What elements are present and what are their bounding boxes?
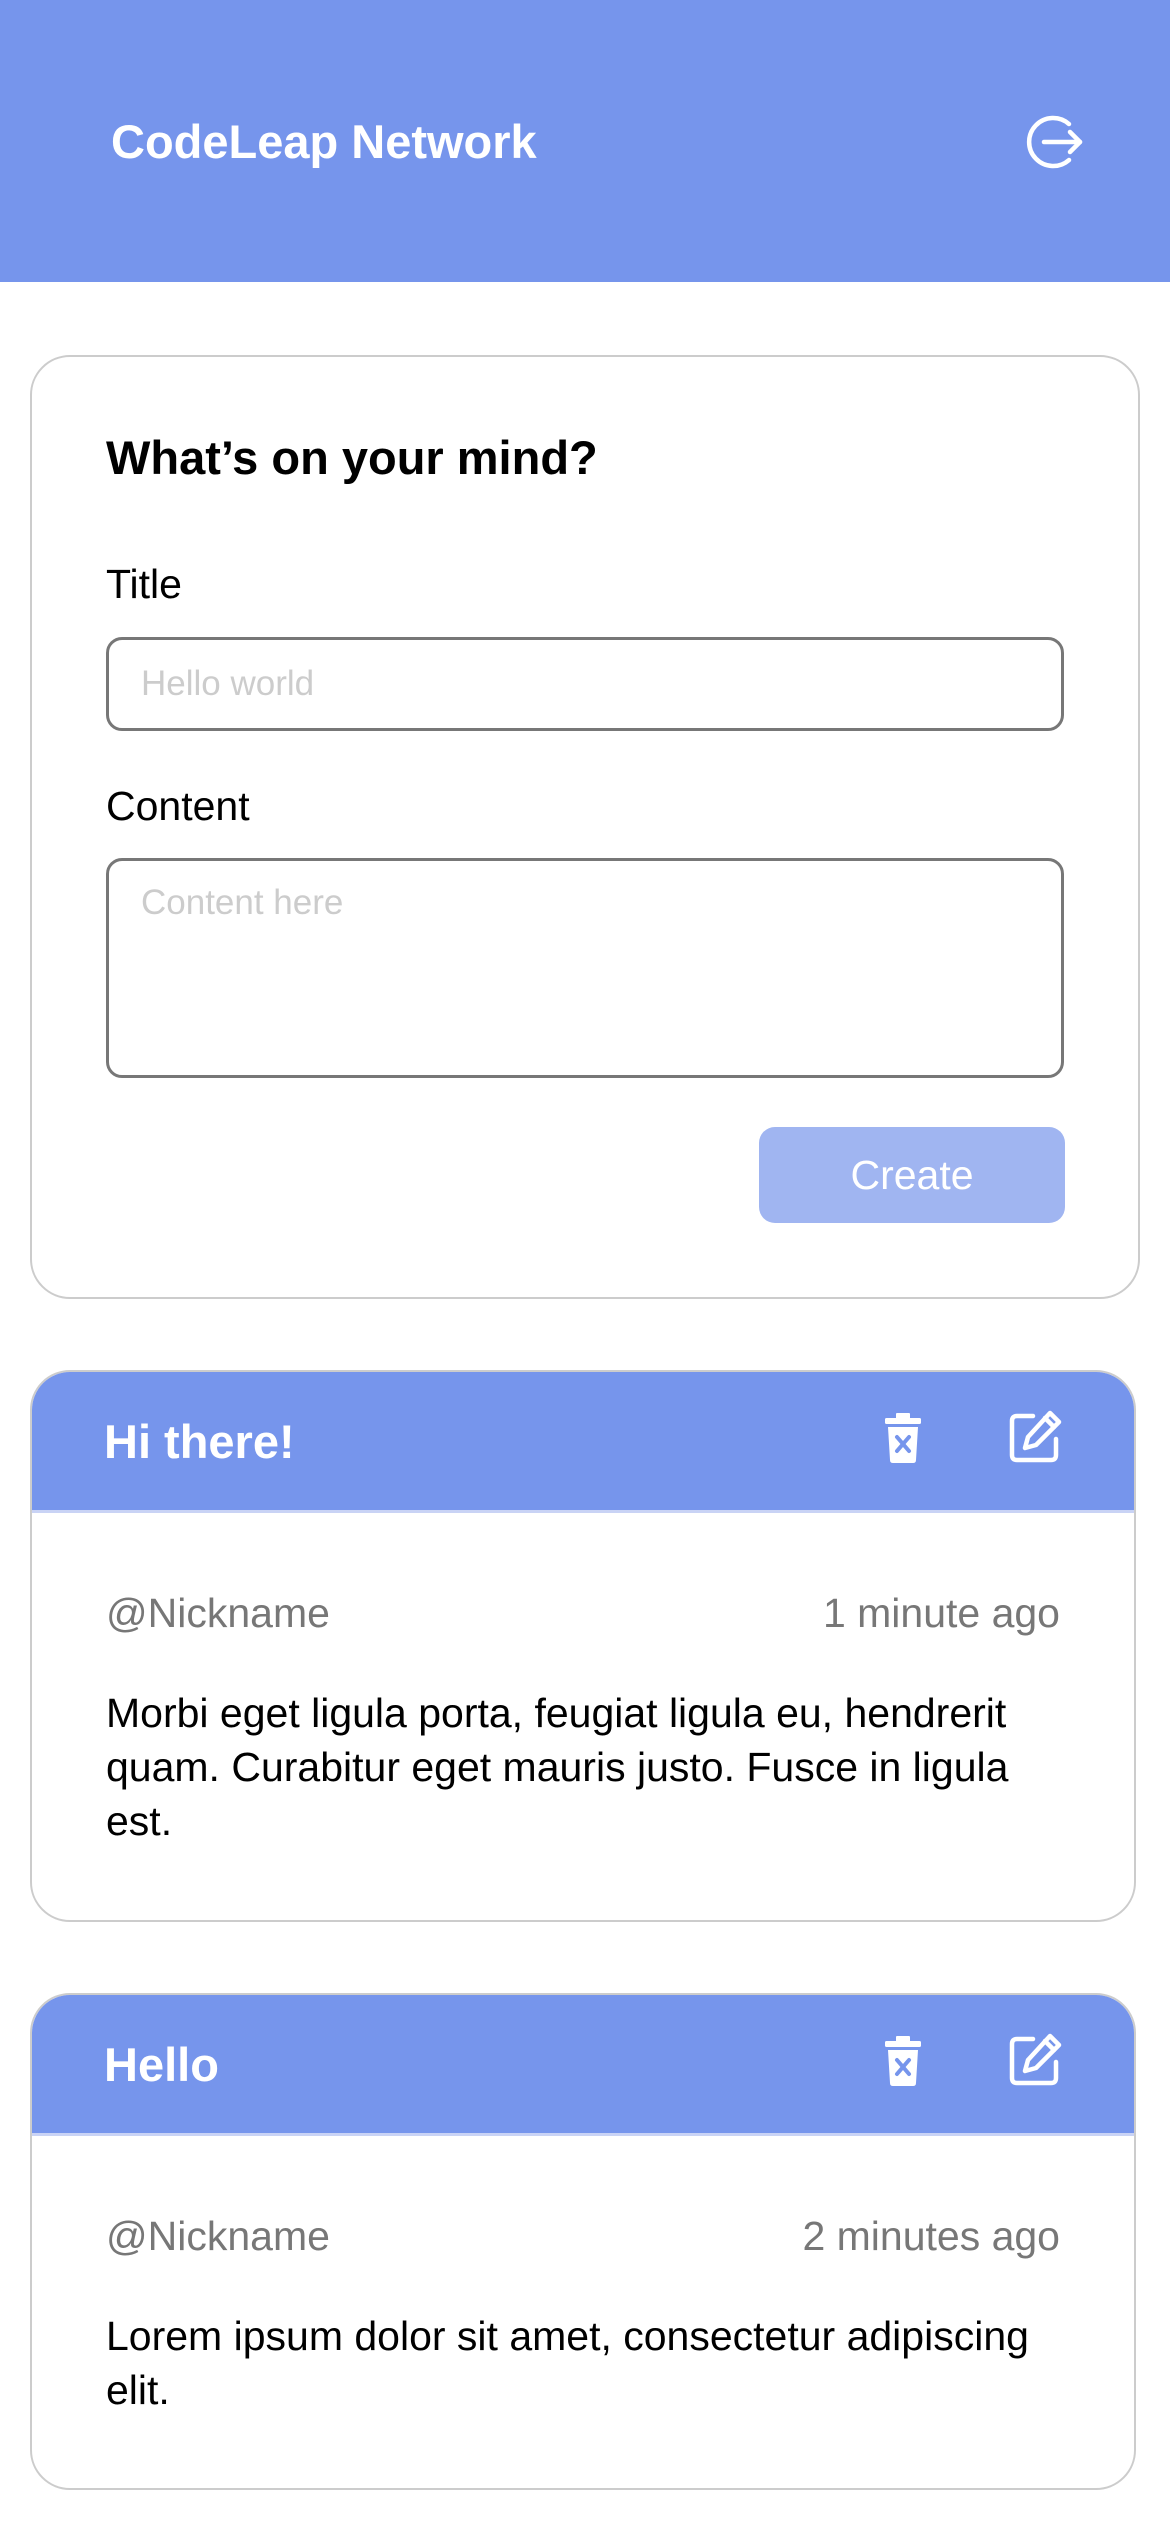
edit-post-button[interactable] [1006, 2031, 1064, 2089]
post-content: Morbi eget ligula porta, feugiat ligula … [106, 1690, 1009, 1844]
post-content: Lorem ipsum dolor sit amet, consectetur … [106, 2313, 1029, 2413]
post-author: @Nickname [106, 2213, 330, 2259]
title-input[interactable] [106, 637, 1064, 731]
post-time: 1 minute ago [822, 1590, 1060, 1636]
app-header: CodeLeap Network [0, 0, 1170, 282]
logout-icon [1022, 110, 1086, 174]
edit-icon [1006, 2031, 1064, 2089]
delete-post-button[interactable] [874, 1408, 932, 1466]
post-header: Hi there! [32, 1372, 1134, 1513]
create-form-heading: What’s on your mind? [106, 431, 598, 484]
create-button[interactable]: Create [759, 1127, 1065, 1223]
title-label: Title [106, 561, 182, 607]
logout-button[interactable] [1022, 110, 1086, 174]
edit-icon [1006, 1408, 1064, 1466]
content-input[interactable] [106, 858, 1064, 1078]
post-card: Hello @Nickname 2 minutes ago Lorem ipsu… [30, 1993, 1136, 2490]
post-author: @Nickname [106, 1590, 330, 1636]
trash-icon [874, 2031, 932, 2089]
post-header: Hello [32, 1995, 1134, 2136]
delete-post-button[interactable] [874, 2031, 932, 2089]
post-time: 2 minutes ago [802, 2213, 1060, 2259]
app-title: CodeLeap Network [111, 115, 537, 168]
content-label: Content [106, 783, 250, 829]
post-title: Hello [104, 2038, 219, 2091]
trash-icon [874, 1408, 932, 1466]
post-title: Hi there! [104, 1415, 295, 1468]
post-card: Hi there! @Nickname 1 minute ago Morbi e… [30, 1370, 1136, 1922]
edit-post-button[interactable] [1006, 1408, 1064, 1466]
